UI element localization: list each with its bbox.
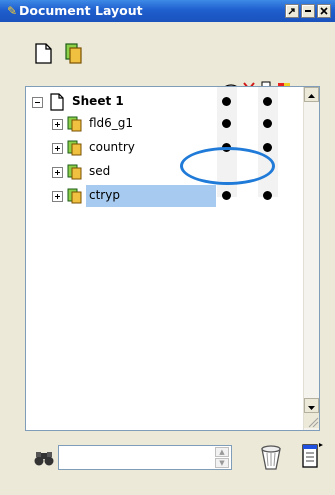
tree-row-sheet[interactable]: Sheet 1 <box>26 91 306 113</box>
visible-dot[interactable] <box>222 191 231 200</box>
layer-label: sed <box>89 164 111 178</box>
collapse-toggle[interactable] <box>32 97 43 108</box>
layer-icon <box>67 116 82 132</box>
spin-down-button[interactable]: ▼ <box>215 458 229 468</box>
layer-tree-panel[interactable]: Sheet 1 fld6_g1 country sed ctryp <box>25 86 320 431</box>
layer-icon <box>67 164 82 180</box>
app-icon: ✎ <box>6 4 18 18</box>
sheet-label: Sheet 1 <box>72 94 124 108</box>
title-bar[interactable]: ✎ Document Layout <box>0 0 335 22</box>
arrow-up-icon <box>308 94 315 98</box>
layer-icon <box>67 140 82 156</box>
print-dot[interactable] <box>263 191 272 200</box>
vertical-scrollbar[interactable] <box>303 87 319 430</box>
tree-row-layer-selected[interactable]: ctryp <box>26 185 306 207</box>
close-button[interactable] <box>317 4 331 18</box>
new-layer-button[interactable] <box>63 42 85 66</box>
tree-row-layer[interactable]: fld6_g1 <box>26 113 306 135</box>
trash-icon[interactable] <box>258 442 284 472</box>
visible-dot[interactable] <box>222 119 231 128</box>
expand-toggle[interactable] <box>52 119 63 130</box>
expand-toggle[interactable] <box>52 167 63 178</box>
layer-icon <box>67 188 82 204</box>
expand-toggle[interactable] <box>52 143 63 154</box>
visible-dot[interactable] <box>222 97 231 106</box>
highlight-ellipse <box>180 147 275 185</box>
sheet-icon <box>50 93 64 111</box>
layer-label: ctryp <box>89 188 120 202</box>
minimize-button[interactable] <box>301 4 315 18</box>
layer-label: country <box>89 140 135 154</box>
binoculars-icon[interactable] <box>33 448 55 468</box>
restore-button[interactable] <box>285 4 299 18</box>
arrow-icon <box>288 8 295 15</box>
layers-icon <box>65 43 82 64</box>
close-icon <box>320 7 328 15</box>
resize-grip[interactable] <box>304 413 319 428</box>
layout-menu-icon[interactable] <box>300 440 324 470</box>
expand-toggle[interactable] <box>52 191 63 202</box>
minimize-icon <box>305 10 311 12</box>
scroll-up-button[interactable] <box>304 87 319 102</box>
spin-up-button[interactable]: ▲ <box>215 447 229 457</box>
new-sheet-button[interactable] <box>33 42 55 66</box>
layer-label: fld6_g1 <box>89 116 134 130</box>
grip-icon <box>308 417 319 428</box>
document-layout-window: ✎ Document Layout Sheet 1 fld6_g1 countr… <box>0 0 335 495</box>
scroll-down-button[interactable] <box>304 398 319 413</box>
print-dot[interactable] <box>263 119 272 128</box>
find-input[interactable] <box>58 445 232 470</box>
window-title: Document Layout <box>19 3 143 18</box>
new-document-icon <box>35 43 52 64</box>
find-spinner[interactable]: ▲ ▼ <box>215 446 231 469</box>
print-dot[interactable] <box>263 97 272 106</box>
print-dot[interactable] <box>263 143 272 152</box>
